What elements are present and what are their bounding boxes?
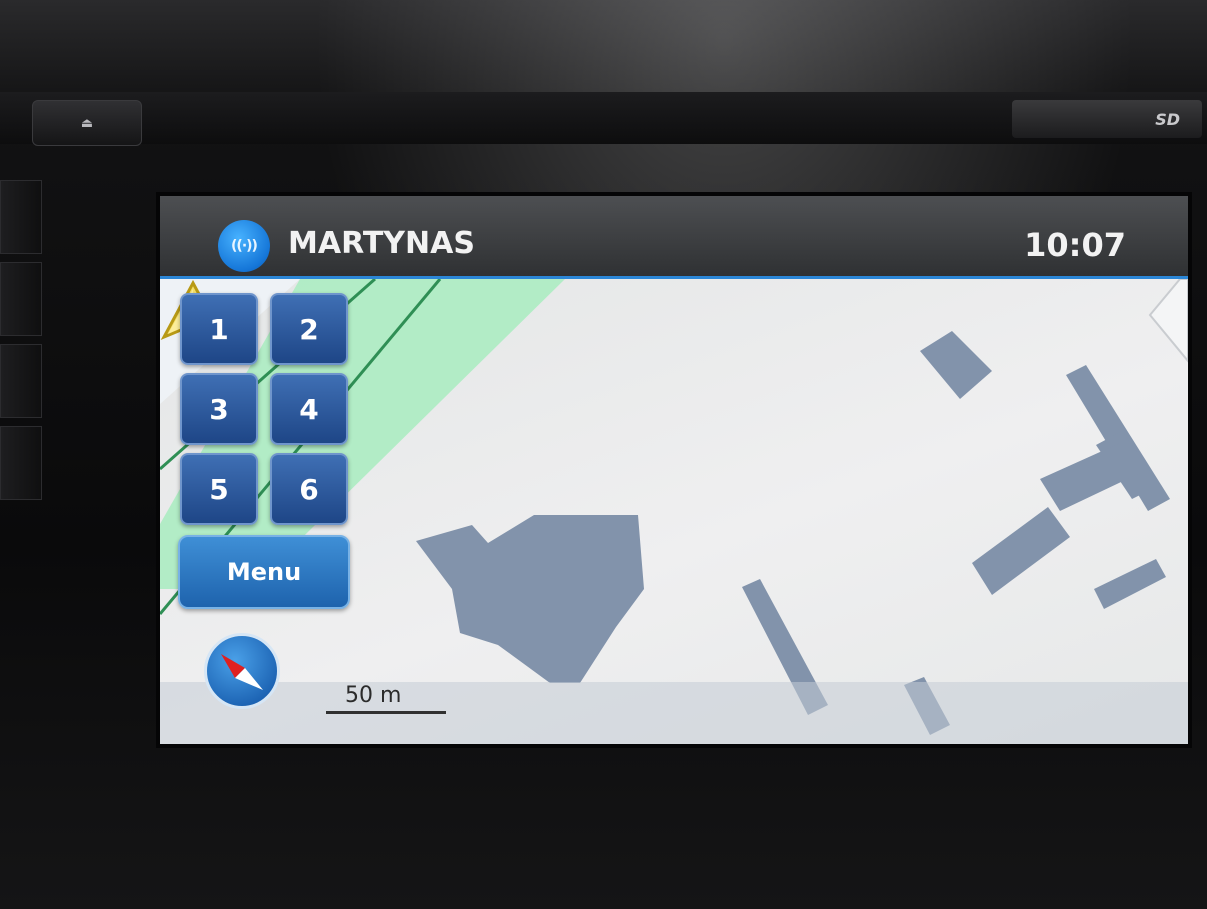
preset-button-1[interactable]: 1: [180, 293, 258, 365]
side-hardware-button-4[interactable]: [0, 426, 42, 500]
side-hardware-button-1[interactable]: [0, 180, 42, 254]
compass-button[interactable]: [204, 633, 280, 709]
map-building: [920, 331, 992, 399]
map-area-outline: [1148, 279, 1188, 363]
compass-icon: [221, 654, 263, 690]
clock-display: 10:07: [1024, 226, 1126, 264]
preset-button-4[interactable]: 4: [270, 373, 348, 445]
navigation-map[interactable]: 1 2 3 4 5 6 Menu 50 m: [160, 279, 1188, 744]
map-building: [1094, 559, 1166, 609]
side-hardware-button-3[interactable]: [0, 344, 42, 418]
sd-label: SD: [1155, 109, 1180, 129]
display-screen: ((·)) MARTYNAS 10:07 1 2 3 4 5 6 Menu 50…: [160, 196, 1188, 744]
preset-button-6[interactable]: 6: [270, 453, 348, 525]
eject-button[interactable]: ⏏: [32, 100, 142, 146]
bluetooth-signal-icon: ((·)): [218, 220, 270, 272]
map-building: [972, 507, 1070, 595]
map-building: [1040, 443, 1140, 511]
map-scale-label: 50 m: [345, 683, 402, 708]
preset-button-2[interactable]: 2: [270, 293, 348, 365]
map-road-band: [160, 682, 1188, 744]
preset-button-3[interactable]: 3: [180, 373, 258, 445]
side-hardware-button-2[interactable]: [0, 262, 42, 336]
map-scale-bar: [326, 711, 446, 714]
menu-button[interactable]: Menu: [178, 535, 350, 609]
connected-phone-name: MARTYNAS: [288, 226, 475, 261]
map-building: [416, 515, 644, 683]
preset-button-5[interactable]: 5: [180, 453, 258, 525]
status-bar: ((·)) MARTYNAS 10:07: [160, 196, 1188, 279]
sd-card-slot[interactable]: SD: [1012, 100, 1202, 138]
eject-icon: ⏏: [80, 115, 94, 131]
